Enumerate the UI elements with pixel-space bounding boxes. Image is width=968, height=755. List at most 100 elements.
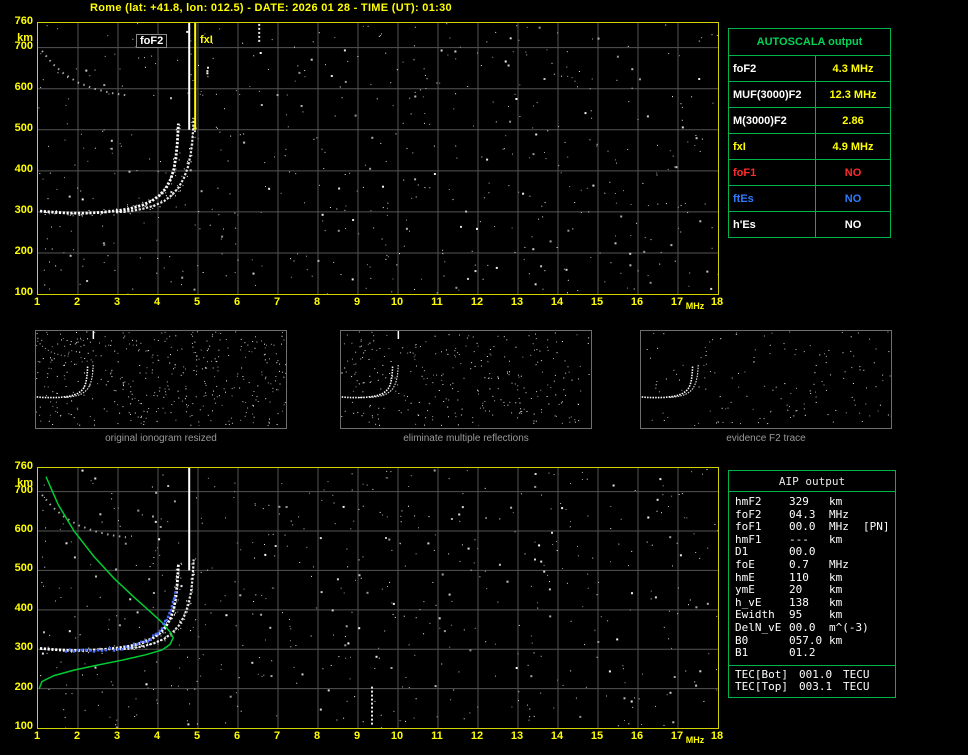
autoscala-header-row: AUTOSCALA output	[728, 28, 891, 56]
aip-param-name: B1	[735, 646, 749, 660]
x-axis-label: 14	[550, 730, 564, 742]
parameter-value: 4.3 MHz	[815, 55, 891, 82]
x-axis-label: 2	[73, 296, 81, 308]
aip-param-unit: km	[829, 495, 843, 508]
aip-param-unit: km	[829, 532, 843, 546]
aip-row: hmF2 329 km	[735, 495, 895, 509]
x-axis-label: 1	[33, 730, 41, 742]
y-axis-label: 300	[14, 203, 33, 216]
aip-param-unit	[829, 647, 863, 660]
parameter-value: NO	[815, 185, 891, 212]
y-axis-unit: km	[17, 32, 33, 44]
autoscala-row: fxI 4.9 MHz	[728, 133, 891, 160]
x-axis-label: 5	[193, 730, 201, 742]
x-axis-label: 13	[510, 296, 524, 308]
autoscala-row: h'Es NO	[728, 211, 891, 238]
x-axis-label: 4	[153, 296, 161, 308]
aip-param-extra	[863, 647, 895, 660]
aip-param-extra	[863, 597, 895, 610]
thumbnail-caption: eliminate multiple reflections	[403, 433, 529, 444]
y-axis-label: 200	[14, 244, 33, 257]
x-axis-label: 7	[273, 730, 281, 742]
thumbnail-original-ionogram	[35, 330, 287, 429]
aip-param-extra	[863, 496, 895, 509]
y-axis-label: 400	[14, 601, 33, 614]
aip-param-value: 20	[789, 583, 803, 597]
aip-row: ymE 20 km	[735, 584, 895, 597]
y-axis-label: 300	[14, 641, 33, 654]
x-axis-label: 12	[470, 296, 484, 308]
thumbnail-multiple-reflections	[340, 330, 592, 429]
aip-param-name: foE	[735, 557, 755, 571]
aip-param-unit: m^(-3)	[829, 620, 869, 634]
x-axis-label: 18	[710, 730, 724, 742]
x-axis-label: 11	[431, 730, 443, 742]
bottom-ionogram-plot	[37, 467, 719, 729]
parameter-name: foF2	[728, 55, 816, 82]
aip-param-extra	[863, 572, 895, 585]
aip-param-value: 0.7	[789, 557, 809, 571]
aip-param-unit: km	[829, 583, 843, 597]
x-axis-label: 10	[390, 730, 404, 742]
x-axis-label: 3	[113, 730, 121, 742]
station-title: Rome (lat: +41.8, lon: 012.5) - DATE: 20…	[90, 2, 452, 14]
thumbnail-f2-canvas	[641, 331, 891, 426]
x-axis-label: 15	[590, 730, 604, 742]
aip-param-name: foF1	[735, 520, 762, 534]
aip-header: AIP output	[729, 471, 895, 492]
autoscala-row: foF1 NO	[728, 159, 891, 186]
aip-param-unit: km	[829, 633, 843, 647]
x-axis-label: 10	[390, 296, 404, 308]
x-axis-label: 6	[233, 296, 241, 308]
x-axis-label: 16	[630, 296, 644, 308]
x-axis-label: 9	[353, 296, 361, 308]
x-axis-label: 5	[193, 296, 201, 308]
parameter-value: 12.3 MHz	[815, 81, 891, 108]
tec-row: TEC[Top] 003.1 TECU	[735, 681, 895, 694]
x-axis-label: 16	[630, 730, 644, 742]
aip-param-extra	[863, 559, 895, 572]
x-axis-label: 15	[590, 296, 604, 308]
aip-param-value: 00.0	[789, 520, 816, 534]
aip-param-name: ymE	[735, 583, 755, 597]
aip-param-extra	[863, 546, 895, 559]
aip-param-unit: MHz	[829, 520, 849, 534]
aip-param-name: hmF2	[735, 495, 762, 508]
aip-row: DelN_vE 00.0 m^(-3)	[735, 620, 895, 635]
aip-row: B1 01.2	[735, 647, 895, 660]
parameter-value: NO	[815, 211, 891, 238]
aip-row: hmE 110 km	[735, 571, 895, 585]
autoscala-app-window: Rome (lat: +41.8, lon: 012.5) - DATE: 20…	[0, 0, 968, 755]
x-axis-label: 3	[113, 296, 121, 308]
autoscala-row: MUF(3000)F2 12.3 MHz	[728, 81, 891, 108]
aip-param-extra	[863, 622, 895, 635]
foF2-marker-label: foF2	[136, 34, 168, 48]
top-ionogram-plot: foF2 fxI	[37, 22, 719, 295]
parameter-name: foF1	[728, 159, 816, 186]
autoscala-row: M(3000)F2 2.86	[728, 107, 891, 134]
y-axis-label: 760	[14, 15, 33, 27]
parameter-name: MUF(3000)F2	[728, 81, 816, 108]
aip-param-extra: [PN]	[863, 520, 890, 534]
y-axis-unit: km	[17, 477, 33, 489]
aip-param-unit: TECU	[843, 680, 870, 694]
x-axis-label: 6	[233, 730, 241, 742]
autoscala-row: foF2 4.3 MHz	[728, 55, 891, 82]
parameter-value: 4.9 MHz	[815, 133, 891, 160]
parameter-value: NO	[815, 159, 891, 186]
y-axis-label: 500	[14, 562, 33, 575]
aip-param-extra	[863, 635, 895, 648]
aip-param-value: 003.1	[799, 680, 833, 694]
parameter-name: fxI	[728, 133, 816, 160]
thumbnail-original-canvas	[36, 331, 286, 426]
thumbnail-caption: evidence F2 trace	[726, 433, 806, 444]
aip-output-table: AIP output hmF2 329 km foF2 04.3 MHz foF1 00.0 M…	[728, 470, 896, 698]
x-axis-unit: MHz	[685, 735, 705, 745]
x-axis-label: 9	[353, 730, 361, 742]
parameter-name: h'Es	[728, 211, 816, 238]
y-axis-label: 600	[14, 80, 33, 93]
aip-row: D1 00.0	[735, 546, 895, 559]
parameter-name: ftEs	[728, 185, 816, 212]
x-axis-label: 12	[470, 730, 484, 742]
y-axis-label: 760	[14, 460, 33, 472]
